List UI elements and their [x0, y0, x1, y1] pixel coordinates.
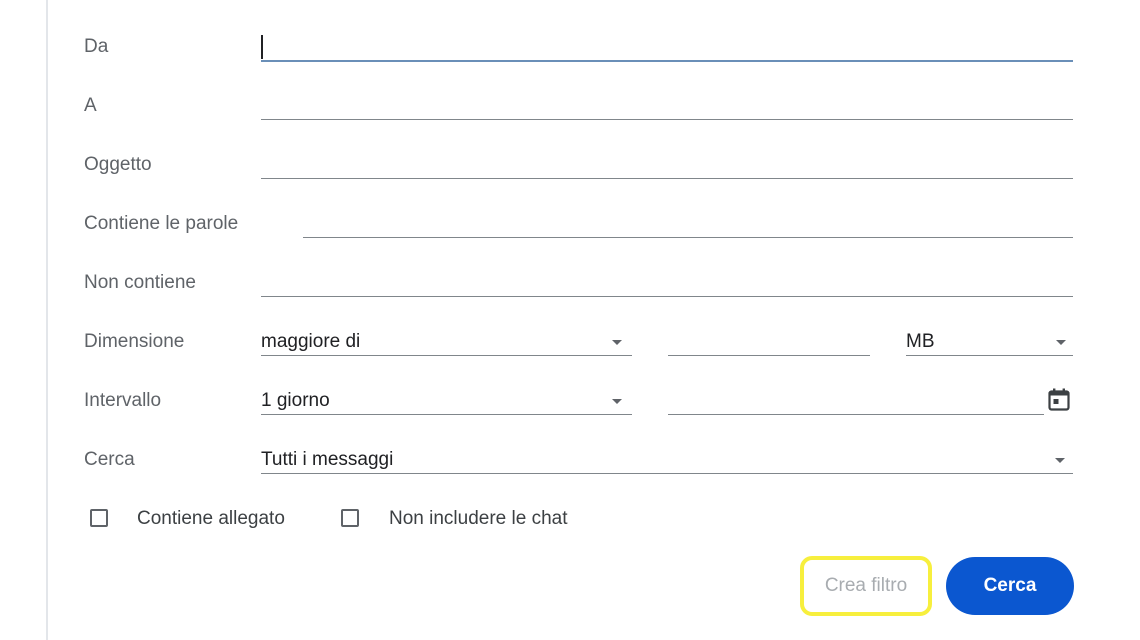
size-operator-value: maggiore di: [261, 331, 361, 352]
calendar-icon[interactable]: [1048, 388, 1070, 412]
size-value-field[interactable]: [668, 326, 870, 358]
date-range-value: 1 giorno: [261, 390, 330, 411]
doesnt-have-field[interactable]: [261, 267, 1073, 299]
subject-label: Oggetto: [84, 154, 152, 175]
from-field-underline: [261, 60, 1073, 62]
subject-field[interactable]: [261, 149, 1073, 181]
dialog-left-border: [46, 0, 48, 640]
date-range-underline: [261, 414, 632, 415]
size-label: Dimensione: [84, 331, 185, 352]
dropdown-arrow-icon: [1055, 458, 1065, 463]
search-scope-value: Tutti i messaggi: [261, 449, 394, 470]
from-field[interactable]: [261, 30, 1073, 62]
has-attachment-label: Contiene allegato: [137, 508, 285, 529]
to-field-underline: [261, 119, 1073, 120]
size-unit-select[interactable]: MB: [906, 326, 1073, 358]
exclude-chats-checkbox[interactable]: [341, 509, 359, 527]
search-scope-select[interactable]: Tutti i messaggi: [261, 444, 1073, 476]
search-button[interactable]: Cerca: [946, 557, 1074, 615]
create-filter-button[interactable]: Crea filtro: [800, 556, 932, 616]
date-field[interactable]: [668, 385, 1044, 417]
dropdown-arrow-icon: [612, 340, 622, 345]
text-caret: [261, 35, 263, 59]
search-scope-underline: [261, 473, 1073, 474]
create-filter-label: Crea filtro: [824, 575, 908, 596]
dropdown-arrow-icon: [1056, 340, 1066, 345]
to-field[interactable]: [261, 90, 1073, 122]
size-unit-value: MB: [906, 331, 935, 352]
date-field-underline: [668, 414, 1044, 415]
search-scope-label: Cerca: [84, 449, 135, 470]
has-words-field-underline: [303, 237, 1073, 238]
date-range-label: Intervallo: [84, 390, 162, 411]
exclude-chats-label: Non includere le chat: [389, 508, 568, 529]
doesnt-have-field-underline: [261, 296, 1073, 297]
from-label: Da: [84, 36, 109, 57]
search-button-label: Cerca: [983, 575, 1037, 596]
has-words-field[interactable]: [303, 208, 1073, 240]
size-value-underline: [668, 355, 870, 356]
subject-field-underline: [261, 178, 1073, 179]
size-operator-underline: [261, 355, 632, 356]
doesnt-have-label: Non contiene: [84, 272, 196, 293]
size-unit-underline: [906, 355, 1073, 356]
date-range-select[interactable]: 1 giorno: [261, 385, 632, 417]
dropdown-arrow-icon: [612, 399, 622, 404]
size-operator-select[interactable]: maggiore di: [261, 326, 632, 358]
has-attachment-checkbox[interactable]: [90, 509, 108, 527]
to-label: A: [84, 95, 97, 116]
has-words-label: Contiene le parole: [84, 213, 239, 234]
